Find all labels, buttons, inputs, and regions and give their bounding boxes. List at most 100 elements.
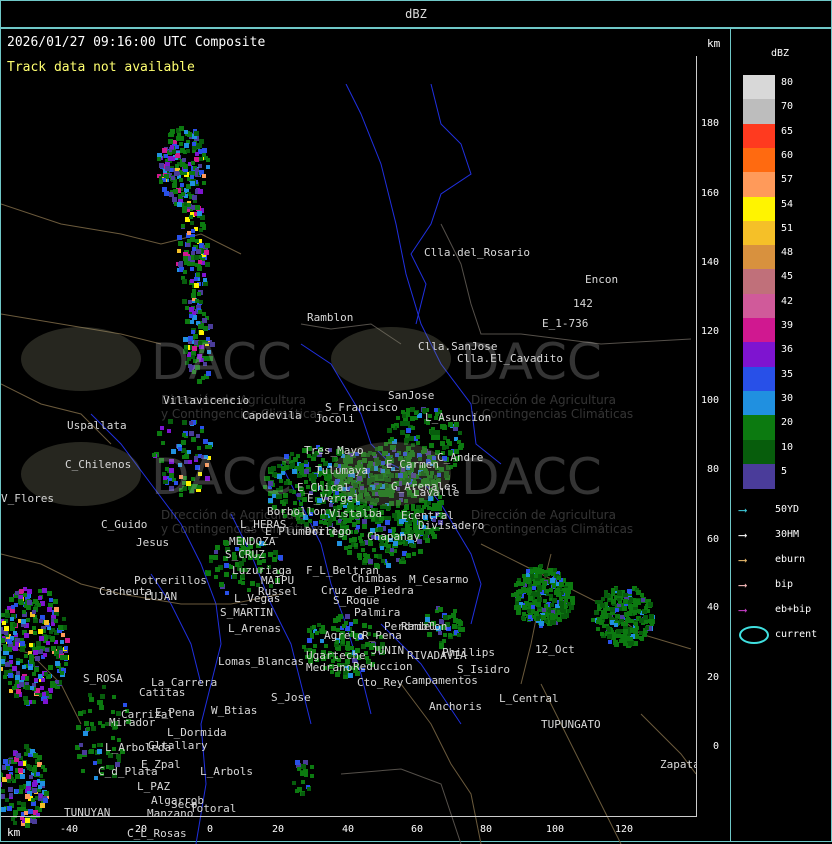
radar-echo-pixel — [402, 414, 406, 418]
swatch-value: 60 — [781, 149, 794, 161]
radar-echo-pixel — [645, 626, 649, 630]
radar-echo-pixel — [528, 596, 533, 601]
radar-echo-pixel — [611, 599, 616, 604]
radar-echo-pixel — [46, 641, 50, 645]
radar-echo-pixel — [225, 591, 229, 595]
radar-echo-pixel — [404, 438, 409, 443]
radar-echo-pixel — [432, 534, 437, 539]
track-item: ⟶ eburn — [739, 549, 805, 568]
radar-echo-pixel — [324, 644, 328, 648]
radar-echo-pixel — [443, 633, 447, 637]
place-label: TUPUNGATO — [541, 718, 601, 731]
radar-echo-pixel — [191, 229, 195, 233]
radar-echo-pixel — [386, 563, 391, 568]
place-label: S_CRUZ — [225, 548, 265, 561]
radar-echo-pixel — [405, 421, 410, 426]
radar-echo-pixel — [65, 638, 70, 643]
radar-echo-pixel — [36, 646, 40, 650]
radar-echo-pixel — [427, 501, 431, 505]
radar-echo-pixel — [43, 699, 48, 704]
place-label: MENDOZA — [229, 535, 276, 548]
radar-echo-pixel — [48, 665, 53, 670]
radar-echo-pixel — [98, 721, 102, 725]
radar-echo-pixel — [190, 175, 194, 179]
radar-echo-pixel — [33, 765, 37, 769]
radar-echo-pixel — [1, 667, 3, 671]
place-label: Chapanay — [367, 530, 420, 543]
radar-echo-pixel — [184, 130, 188, 134]
radar-echo-pixel — [416, 435, 420, 439]
track-status: Track data not available — [7, 60, 195, 75]
radar-echo-pixel — [164, 154, 168, 158]
timestamp-label: 2026/01/27 09:16:00 UTC Composite — [7, 35, 266, 50]
radar-echo-pixel — [591, 618, 595, 622]
radar-echo-pixel — [224, 572, 229, 577]
radar-echo-pixel — [177, 249, 181, 253]
radar-echo-pixel — [181, 192, 185, 196]
swatch-value: 51 — [781, 222, 794, 234]
place-label: L_Dormida — [167, 726, 227, 739]
radar-echo-pixel — [22, 610, 26, 614]
radar-echo-pixel — [570, 596, 575, 601]
radar-echo-pixel — [202, 153, 206, 157]
radar-echo-pixel — [189, 421, 193, 425]
color-swatch — [743, 415, 775, 441]
radar-echo-pixel — [607, 594, 611, 598]
radar-echo-pixel — [354, 530, 358, 534]
radar-echo-pixel — [197, 211, 202, 216]
radar-echo-pixel — [292, 781, 296, 785]
radar-echo-pixel — [59, 650, 63, 654]
radar-echo-pixel — [180, 162, 185, 167]
place-label: Lavalle — [413, 486, 459, 499]
radar-echo-pixel — [458, 431, 462, 435]
radar-echo-pixel — [549, 594, 553, 598]
radar-echo-pixel — [537, 597, 542, 602]
radar-echo-pixel — [194, 283, 199, 288]
radar-echo-pixel — [58, 625, 63, 630]
color-swatch — [743, 318, 775, 343]
radar-echo-pixel — [172, 183, 177, 188]
radar-echo-pixel — [43, 798, 48, 803]
radar-echo-pixel — [196, 273, 200, 277]
radar-echo-pixel — [43, 653, 47, 657]
radar-echo-pixel — [458, 627, 463, 632]
radar-echo-pixel — [650, 619, 655, 624]
radar-echo-pixel — [175, 145, 179, 149]
radar-echo-pixel — [39, 636, 44, 641]
radar-echo-pixel — [414, 411, 418, 415]
radar-map-panel[interactable]: 2026/01/27 09:16:00 UTC Composite Track … — [0, 28, 731, 844]
track-label: 30HM — [775, 529, 800, 540]
radar-echo-pixel — [209, 559, 213, 563]
radar-echo-pixel — [297, 767, 301, 771]
radar-echo-pixel — [25, 685, 30, 690]
radar-echo-pixel — [639, 636, 643, 640]
radar-echo-pixel — [15, 642, 19, 646]
radar-echo-pixel — [203, 278, 207, 282]
radar-echo-pixel — [21, 619, 26, 624]
radar-echo-pixel — [528, 615, 532, 619]
radar-echo-pixel — [162, 187, 167, 192]
place-label: L_PAZ — [137, 780, 170, 793]
radar-echo-pixel — [620, 615, 624, 619]
radar-echo-pixel — [553, 568, 557, 572]
radar-echo-pixel — [209, 555, 213, 559]
radar-echo-pixel — [32, 788, 37, 793]
radar-echo-pixel — [516, 608, 521, 613]
y-tick-label: 20 — [706, 672, 719, 683]
radar-echo-pixel — [29, 643, 33, 647]
radar-echo-pixel — [183, 256, 188, 261]
color-swatch — [743, 463, 775, 489]
radar-echo-pixel — [202, 181, 206, 185]
radar-echo-pixel — [60, 671, 64, 675]
radar-echo-pixel — [33, 753, 38, 758]
radar-echo-pixel — [391, 424, 395, 428]
radar-map[interactable]: DACCDirección de Agriculturay Contingenc… — [1, 84, 696, 844]
place-label: M_Cesarmo — [409, 573, 469, 586]
place-label: E_1-736 — [542, 317, 588, 330]
radar-echo-pixel — [183, 270, 187, 274]
radar-echo-pixel — [177, 235, 182, 240]
radar-echo-pixel — [401, 410, 405, 414]
radar-echo-pixel — [159, 180, 163, 184]
radar-echo-pixel — [178, 262, 183, 267]
radar-echo-pixel — [26, 618, 30, 622]
